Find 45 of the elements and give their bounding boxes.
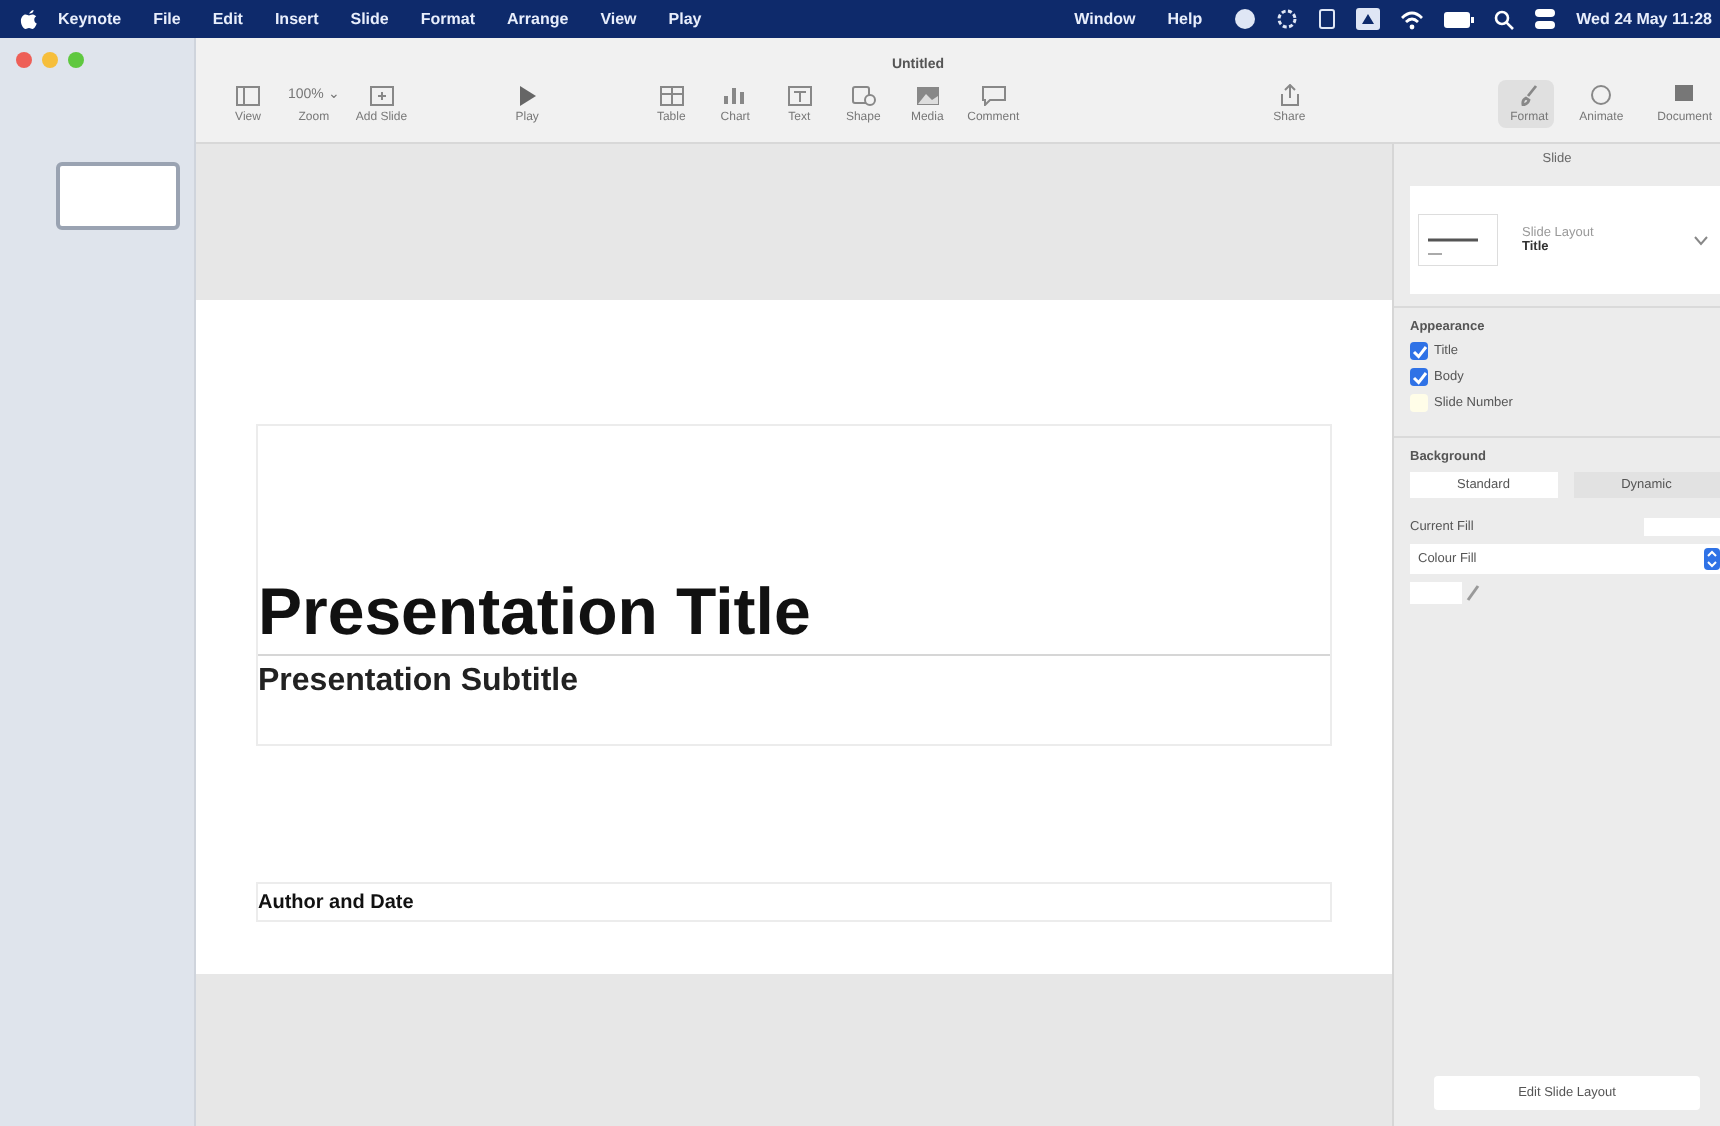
checkbox[interactable] [1410, 368, 1428, 386]
menu-item[interactable]: Insert [274, 10, 319, 28]
share-icon [1279, 84, 1300, 106]
stepper-icon [1704, 548, 1720, 570]
slide-thumbnail[interactable] [56, 162, 180, 230]
table-icon [659, 86, 684, 106]
menu-item[interactable]: Format [420, 10, 475, 28]
slide-subtitle: Presentation Subtitle [258, 664, 581, 700]
search-icon[interactable] [1494, 9, 1515, 29]
text-box-icon [787, 86, 812, 106]
layout-thumbnail[interactable] [1418, 214, 1498, 266]
chart-icon [723, 86, 748, 106]
play-icon [519, 86, 536, 106]
square-icon[interactable] [1356, 8, 1381, 30]
document-icon [1674, 84, 1695, 106]
menu-item[interactable]: Edit [212, 10, 243, 28]
menu-item[interactable]: Help [1167, 10, 1203, 28]
comment-icon [981, 86, 1006, 106]
author-placeholder[interactable]: Author and Date [256, 882, 1332, 922]
menu-item[interactable]: Arrange [507, 10, 569, 28]
chevron-icon[interactable] [1694, 235, 1708, 245]
shape-icon [851, 86, 876, 106]
slide-title: Presentation Title [258, 574, 1330, 656]
close-icon[interactable] [16, 52, 32, 68]
menu-clock[interactable]: Wed 24 May 11:28 [1576, 10, 1712, 28]
apple-icon[interactable] [20, 8, 38, 30]
battery-icon[interactable] [1444, 11, 1475, 27]
control-center-icon[interactable] [1534, 8, 1557, 30]
menu-item[interactable]: Slide [350, 10, 389, 28]
menu-item[interactable]: Play [668, 10, 702, 28]
menu-item[interactable]: File [153, 10, 181, 28]
eyedropper-icon[interactable] [1466, 584, 1482, 604]
checkbox[interactable] [1410, 342, 1428, 360]
add-slide-icon [369, 86, 394, 106]
sidebar-icon [236, 86, 260, 106]
image-icon [915, 86, 940, 106]
clipboard-icon[interactable] [1318, 8, 1337, 30]
title-placeholder[interactable]: Presentation Title Presentation Subtitle [256, 424, 1332, 746]
wifi-icon[interactable] [1400, 9, 1425, 29]
slide-author: Author and Date [258, 891, 414, 913]
menu-item[interactable]: View [600, 10, 637, 28]
menu-item[interactable]: Keynote [58, 10, 122, 28]
paintbrush-icon [1519, 84, 1540, 106]
circle-icon[interactable] [1234, 8, 1257, 30]
menu-item[interactable]: Window [1074, 10, 1136, 28]
